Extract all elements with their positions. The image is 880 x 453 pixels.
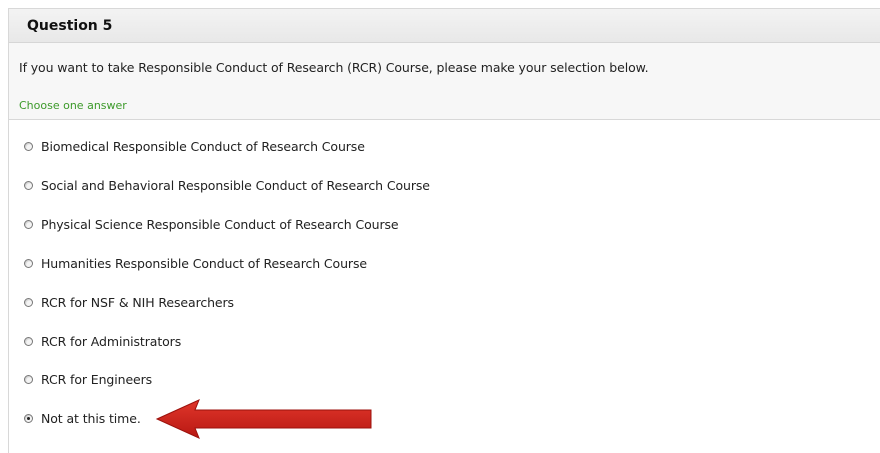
- option-label: Biomedical Responsible Conduct of Resear…: [41, 138, 365, 154]
- radio-button[interactable]: [24, 219, 33, 229]
- option-label: Humanities Responsible Conduct of Resear…: [41, 255, 367, 271]
- option-administrators[interactable]: RCR for Administrators: [24, 331, 181, 351]
- option-label: Social and Behavioral Responsible Conduc…: [41, 177, 430, 193]
- radio-button[interactable]: [24, 374, 33, 384]
- question-title: Question 5: [27, 17, 113, 34]
- option-label: RCR for Engineers: [41, 371, 153, 387]
- radio-button[interactable]: [24, 141, 33, 151]
- option-engineers[interactable]: RCR for Engineers: [24, 369, 152, 389]
- option-nsf-nih[interactable]: RCR for NSF & NIH Researchers: [24, 292, 234, 312]
- option-not-at-this-time[interactable]: Not at this time.: [24, 408, 141, 428]
- answer-hint: Choose one answer: [19, 99, 127, 112]
- option-label: Not at this time.: [41, 410, 141, 426]
- option-label: Physical Science Responsible Conduct of …: [41, 216, 399, 232]
- option-humanities[interactable]: Humanities Responsible Conduct of Resear…: [24, 253, 367, 273]
- question-header: Question 5: [9, 9, 880, 43]
- radio-button-selected[interactable]: [24, 413, 33, 423]
- option-label: RCR for NSF & NIH Researchers: [41, 294, 234, 310]
- question-prompt: If you want to take Responsible Conduct …: [19, 60, 649, 75]
- option-physical-science[interactable]: Physical Science Responsible Conduct of …: [24, 214, 399, 234]
- question-prompt-area: If you want to take Responsible Conduct …: [9, 43, 880, 120]
- radio-button[interactable]: [24, 297, 33, 307]
- option-label: RCR for Administrators: [41, 333, 182, 349]
- red-arrow-icon: [155, 399, 372, 439]
- radio-button[interactable]: [24, 258, 33, 268]
- radio-button[interactable]: [24, 180, 33, 190]
- option-social-behavioral[interactable]: Social and Behavioral Responsible Conduc…: [24, 175, 430, 195]
- radio-button[interactable]: [24, 336, 33, 346]
- option-biomedical[interactable]: Biomedical Responsible Conduct of Resear…: [24, 136, 365, 156]
